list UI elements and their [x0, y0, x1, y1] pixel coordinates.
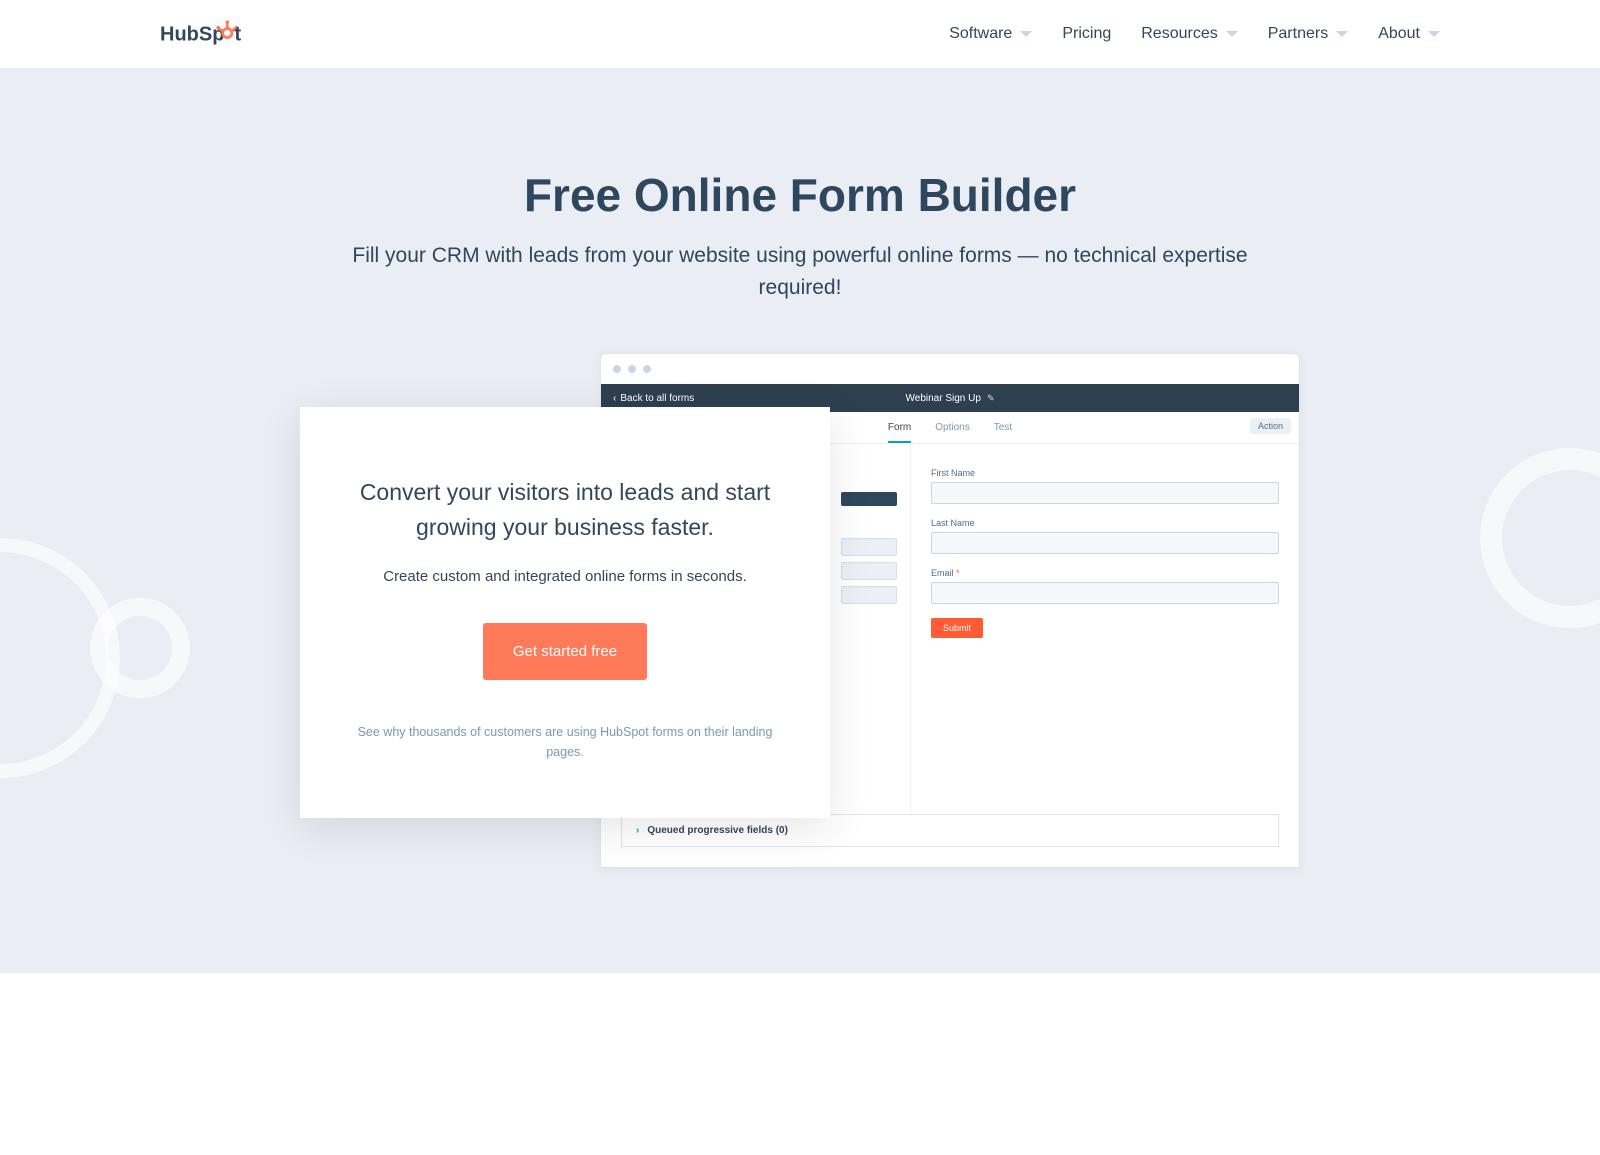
text-input[interactable]: [931, 582, 1279, 604]
form-title-text: Webinar Sign Up: [906, 393, 981, 404]
nav-item-resources[interactable]: Resources: [1141, 25, 1237, 43]
cta-footnote: See why thousands of customers are using…: [348, 722, 782, 762]
form-title[interactable]: Webinar Sign Up ✎: [906, 393, 995, 404]
nav-label: Resources: [1141, 25, 1217, 43]
form-field-email[interactable]: Email *: [931, 568, 1279, 604]
tab-form[interactable]: Form: [888, 422, 911, 443]
nav-item-about[interactable]: About: [1378, 25, 1440, 43]
chevron-left-icon: ‹: [613, 393, 616, 404]
hero-subtitle: Fill your CRM with leads from your websi…: [350, 240, 1250, 303]
nav-label: Partners: [1268, 25, 1328, 43]
palette-item[interactable]: [841, 562, 897, 580]
chevron-right-icon: ›: [636, 825, 639, 836]
text-input[interactable]: [931, 482, 1279, 504]
nav-item-software[interactable]: Software: [949, 25, 1032, 43]
form-submit-button[interactable]: Submit: [931, 618, 983, 638]
action-button[interactable]: Action: [1250, 418, 1291, 434]
palette-item[interactable]: [841, 492, 897, 506]
site-header: HubSp t Software Pricing Resources Partn…: [0, 0, 1600, 68]
hero-section: Free Online Form Builder Fill your CRM w…: [0, 68, 1600, 973]
palette-item[interactable]: [841, 586, 897, 604]
chevron-down-icon: [1020, 31, 1032, 37]
main-nav: Software Pricing Resources Partners Abou…: [949, 25, 1440, 43]
tab-options[interactable]: Options: [935, 422, 969, 443]
queued-fields-bar[interactable]: › Queued progressive fields (0): [621, 814, 1279, 847]
chevron-down-icon: [1428, 31, 1440, 37]
get-started-button[interactable]: Get started free: [483, 623, 647, 680]
field-label: Email *: [931, 568, 1279, 578]
tab-test[interactable]: Test: [994, 422, 1012, 443]
back-label: Back to all forms: [620, 393, 694, 404]
svg-text:HubSp: HubSp: [160, 23, 224, 45]
browser-chrome: [601, 354, 1299, 384]
text-input[interactable]: [931, 532, 1279, 554]
hero-title: Free Online Form Builder: [350, 168, 1250, 222]
svg-text:t: t: [235, 23, 242, 45]
form-field-first-name[interactable]: First Name: [931, 468, 1279, 504]
window-dot: [628, 365, 636, 373]
nav-label: About: [1378, 25, 1420, 43]
field-label: Last Name: [931, 518, 1279, 528]
cta-heading: Convert your visitors into leads and sta…: [348, 475, 782, 544]
palette-item[interactable]: [841, 538, 897, 556]
nav-item-partners[interactable]: Partners: [1268, 25, 1348, 43]
cta-card: Convert your visitors into leads and sta…: [300, 407, 830, 818]
nav-label: Pricing: [1062, 25, 1111, 43]
window-dot: [643, 365, 651, 373]
decorative-circle: [1480, 448, 1600, 628]
nav-label: Software: [949, 25, 1012, 43]
nav-item-pricing[interactable]: Pricing: [1062, 25, 1111, 43]
hubspot-logo[interactable]: HubSp t: [160, 20, 260, 48]
queued-label: Queued progressive fields (0): [647, 825, 788, 836]
back-to-forms-link[interactable]: ‹ Back to all forms: [613, 393, 694, 404]
pencil-icon: ✎: [987, 393, 995, 404]
field-label: First Name: [931, 468, 1279, 478]
chevron-down-icon: [1226, 31, 1238, 37]
cta-subheading: Create custom and integrated online form…: [348, 568, 782, 585]
decorative-circle: [90, 598, 190, 698]
form-canvas: First Name Last Name Email * Submit: [911, 444, 1299, 814]
window-dot: [613, 365, 621, 373]
chevron-down-icon: [1336, 31, 1348, 37]
form-field-last-name[interactable]: Last Name: [931, 518, 1279, 554]
